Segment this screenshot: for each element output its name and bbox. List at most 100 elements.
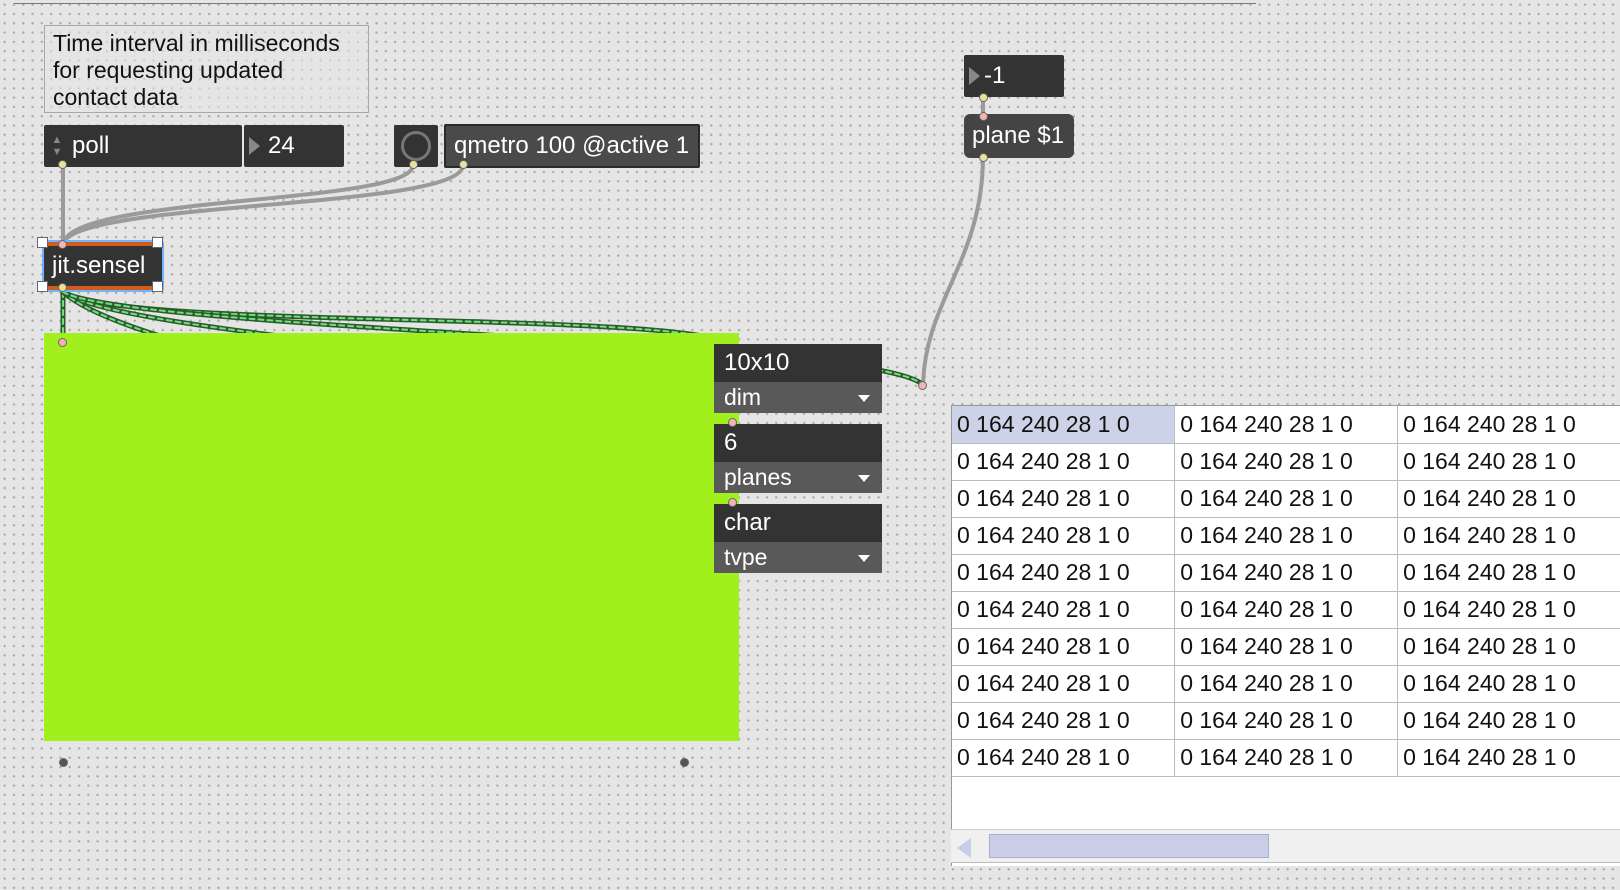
poll-outlet[interactable] [58, 160, 67, 169]
attrui-type-inlet[interactable] [728, 498, 737, 507]
table-cell[interactable]: 0 164 240 28 1 0 [1397, 628, 1620, 666]
poll-interval-number[interactable]: 24 [244, 125, 344, 167]
table-row: 0 164 240 28 1 00 164 240 28 1 00 164 24… [952, 443, 1620, 481]
attrui-type-value[interactable]: char [714, 504, 882, 542]
comment-line-1: Time interval in milliseconds [53, 30, 340, 56]
table-row: 0 164 240 28 1 00 164 240 28 1 00 164 24… [952, 628, 1620, 666]
attrui-type-label: tvpe [724, 544, 768, 570]
table-cell[interactable]: 0 164 240 28 1 0 [1397, 406, 1620, 444]
table-row: 0 164 240 28 1 00 164 240 28 1 00 164 24… [952, 406, 1620, 444]
table-row: 0 164 240 28 1 00 164 240 28 1 00 164 24… [952, 739, 1620, 777]
table-cell[interactable]: 0 164 240 28 1 0 [1397, 739, 1620, 777]
table-cell[interactable]: 0 164 240 28 1 0 [1174, 517, 1399, 555]
sensel-inlet[interactable] [58, 240, 67, 249]
table-cell[interactable]: 0 164 240 28 1 0 [1397, 554, 1620, 592]
scroll-left-arrow-icon[interactable] [957, 838, 971, 858]
attrui-planes-inlet[interactable] [728, 418, 737, 427]
attrui-dim-label: dim [724, 384, 762, 410]
plane-message[interactable]: plane $1 [964, 114, 1074, 158]
table-cell[interactable]: 0 164 240 28 1 0 [1397, 591, 1620, 629]
table-cell[interactable]: 0 164 240 28 1 0 [952, 517, 1176, 555]
display-outlet[interactable] [680, 758, 689, 767]
table-cell[interactable]: 0 164 240 28 1 0 [952, 591, 1176, 629]
attrui-planes-menu[interactable]: planes [714, 462, 882, 493]
table-cell[interactable]: 0 164 240 28 1 0 [1174, 406, 1399, 444]
table-row: 0 164 240 28 1 00 164 240 28 1 00 164 24… [952, 480, 1620, 518]
table-cell[interactable]: 0 164 240 28 1 0 [952, 628, 1176, 666]
sensel-outlet[interactable] [58, 283, 67, 292]
table-cell[interactable]: 0 164 240 28 1 0 [1174, 554, 1399, 592]
table-cell[interactable]: 0 164 240 28 1 0 [952, 443, 1176, 481]
table-cell[interactable]: 0 164 240 28 1 0 [1174, 628, 1399, 666]
table-row: 0 164 240 28 1 00 164 240 28 1 00 164 24… [952, 517, 1620, 555]
attrui-dim-menu[interactable]: dim [714, 382, 882, 413]
qmetro-object[interactable]: qmetro 100 @active 1 [444, 124, 700, 168]
comment-line-2: for requesting updated [53, 57, 284, 83]
table-cell[interactable]: 0 164 240 28 1 0 [952, 554, 1176, 592]
resize-handle-bl[interactable] [37, 281, 48, 292]
poll-message[interactable]: ▲ ▼ poll [44, 125, 242, 167]
qmetro-outlet[interactable] [459, 160, 468, 169]
table-row: 0 164 240 28 1 00 164 240 28 1 00 164 24… [952, 665, 1620, 703]
pwindow-display[interactable] [44, 333, 739, 741]
resize-handle-tr[interactable] [152, 237, 163, 248]
table-cell[interactable]: 0 164 240 28 1 0 [952, 665, 1176, 703]
table-cell[interactable]: 0 164 240 28 1 0 [1174, 480, 1399, 518]
toggle-ring-icon [401, 131, 431, 161]
cord-toggle-to-sensel [61, 163, 415, 246]
table-cell[interactable]: 0 164 240 28 1 0 [1174, 702, 1399, 740]
table-cell[interactable]: 0 164 240 28 1 0 [952, 480, 1176, 518]
cellblock[interactable]: 0 164 240 28 1 00 164 240 28 1 00 164 24… [951, 405, 1620, 866]
comment-line-3: contact data [53, 84, 179, 110]
plane-message-label: plane $1 [972, 122, 1065, 149]
table-cell[interactable]: 0 164 240 28 1 0 [952, 739, 1176, 777]
table-row: 0 164 240 28 1 00 164 240 28 1 00 164 24… [952, 591, 1620, 629]
number-triangle-icon [249, 137, 260, 155]
resize-handle-br[interactable] [152, 281, 163, 292]
table-cell[interactable]: 0 164 240 28 1 0 [1174, 591, 1399, 629]
display-inlet[interactable] [58, 338, 67, 347]
table-cell[interactable]: 0 164 240 28 1 0 [1174, 443, 1399, 481]
qmetro-label: qmetro 100 @active 1 [454, 132, 690, 159]
sensel-label: jit.sensel [52, 252, 146, 279]
table-cell[interactable]: 0 164 240 28 1 0 [952, 406, 1176, 444]
resize-handle-tl[interactable] [37, 237, 48, 248]
table-cell[interactable]: 0 164 240 28 1 0 [952, 702, 1176, 740]
dropdown-arrow-icon [858, 475, 870, 482]
cellblock-horizontal-scrollbar[interactable] [951, 829, 1620, 863]
table-cell[interactable]: 0 164 240 28 1 0 [1174, 739, 1399, 777]
table-row: 0 164 240 28 1 00 164 240 28 1 00 164 24… [952, 554, 1620, 592]
display-outlet[interactable] [59, 758, 68, 767]
cellblock-inlet[interactable] [918, 381, 927, 390]
table-cell[interactable]: 0 164 240 28 1 0 [1397, 702, 1620, 740]
attrui-type[interactable]: char tvpe [714, 504, 882, 573]
comment-box[interactable]: Time interval in milliseconds for reques… [44, 25, 369, 113]
attrui-planes-value[interactable]: 6 [714, 424, 882, 462]
plane-message-inlet[interactable] [979, 112, 988, 121]
toggle-outlet[interactable] [409, 160, 418, 169]
cellblock-table: 0 164 240 28 1 00 164 240 28 1 00 164 24… [952, 406, 1620, 777]
attrui-planes[interactable]: 6 planes [714, 424, 882, 493]
plane-message-outlet[interactable] [979, 153, 988, 162]
cord-plane-to-cellblock [921, 154, 985, 387]
attrui-dim[interactable]: 10x10 dim [714, 344, 882, 413]
table-row: 0 164 240 28 1 00 164 240 28 1 00 164 24… [952, 702, 1620, 740]
dropdown-arrow-icon [858, 555, 870, 562]
table-cell[interactable]: 0 164 240 28 1 0 [1397, 665, 1620, 703]
table-cell[interactable]: 0 164 240 28 1 0 [1397, 443, 1620, 481]
attrui-type-menu[interactable]: tvpe [714, 542, 882, 573]
attrui-dim-value[interactable]: 10x10 [714, 344, 882, 382]
number-triangle-icon [969, 67, 980, 85]
plane-number-outlet[interactable] [979, 93, 988, 102]
poll-interval-value: 24 [268, 132, 295, 159]
attrui-planes-label: planes [724, 464, 792, 490]
dropdown-arrow-icon [858, 395, 870, 402]
plane-number-value: -1 [984, 62, 1006, 89]
table-cell[interactable]: 0 164 240 28 1 0 [1174, 665, 1399, 703]
plane-number[interactable]: -1 [964, 55, 1064, 97]
up-down-arrows-icon: ▲ ▼ [51, 134, 63, 158]
table-cell[interactable]: 0 164 240 28 1 0 [1397, 480, 1620, 518]
table-cell[interactable]: 0 164 240 28 1 0 [1397, 517, 1620, 555]
scroll-thumb[interactable] [989, 834, 1269, 858]
poll-label: poll [72, 132, 110, 159]
